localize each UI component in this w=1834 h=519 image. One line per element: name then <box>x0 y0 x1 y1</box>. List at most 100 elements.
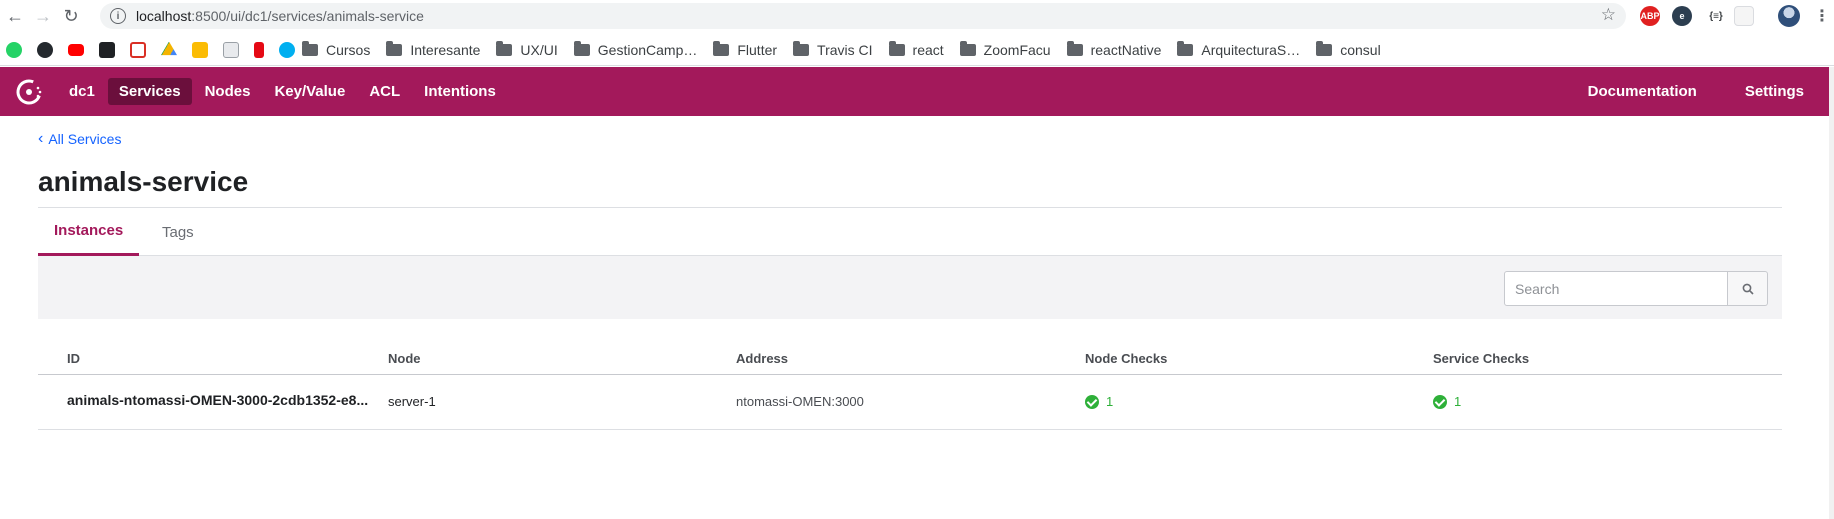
utn-icon[interactable] <box>99 41 115 58</box>
nav-intentions[interactable]: Intentions <box>413 78 507 105</box>
youtube-icon[interactable] <box>68 43 84 56</box>
node-checks-count: 1 <box>1106 394 1114 409</box>
folder-icon <box>888 40 905 56</box>
folder-icon <box>302 40 318 56</box>
all-services-link[interactable]: All Services <box>48 131 121 147</box>
bookmark-label: Interesante <box>410 41 481 58</box>
search-icon <box>1742 283 1754 295</box>
column-header-address: Address <box>736 351 789 366</box>
breadcrumb[interactable]: ‹ All Services <box>38 130 121 148</box>
column-header-node-checks: Node Checks <box>1085 351 1168 366</box>
nav-key-value[interactable]: Key/Value <box>263 78 356 105</box>
tab-tags[interactable]: Tags <box>150 208 206 256</box>
bookmark-folder-gestioncamp[interactable]: GestionCamp… <box>573 40 698 58</box>
header-right-nav: Documentation Settings <box>1565 67 1829 116</box>
bookmark-label: UX/UI <box>520 41 558 58</box>
whatsapp-icon[interactable] <box>6 41 22 58</box>
folder-icon <box>496 40 513 56</box>
address-bar[interactable]: i localhost:8500/ui/dc1/services/animals… <box>100 3 1626 29</box>
extension-grid-icon[interactable] <box>1734 6 1754 26</box>
instance-node: server-1 <box>388 394 436 409</box>
folder-icon <box>1066 40 1083 56</box>
service-checks: 1 <box>1433 394 1461 409</box>
browser-toolbar: ← → ↻ i localhost:8500/ui/dc1/services/a… <box>0 0 1834 32</box>
folder-icon <box>793 40 810 56</box>
bookmark-label: consul <box>1340 41 1381 58</box>
nav-services[interactable]: Services <box>107 78 192 105</box>
consul-logo-icon[interactable] <box>14 77 44 107</box>
folder-icon <box>573 40 590 56</box>
service-checks-count: 1 <box>1454 394 1462 409</box>
page-scrollbar[interactable] <box>1829 67 1834 519</box>
skype-icon[interactable] <box>279 41 295 58</box>
search-button[interactable] <box>1728 271 1768 306</box>
instance-id[interactable]: animals-ntomassi-OMEN-3000-2cdb1352-e8..… <box>67 392 368 408</box>
nav-settings[interactable]: Settings <box>1734 78 1815 105</box>
bookmark-label: reactNative <box>1090 41 1162 58</box>
bookmark-label: ArquitecturaS… <box>1201 41 1301 58</box>
folder-icon <box>386 40 403 56</box>
bookmark-folder-cursos[interactable]: Cursos <box>302 40 371 58</box>
search-input[interactable] <box>1504 271 1728 306</box>
bookmark-label: ZoomFacu <box>983 41 1051 58</box>
folder-icon <box>1316 40 1333 56</box>
column-header-node: Node <box>388 351 421 366</box>
adblock-extension-icon[interactable]: ABP <box>1640 6 1660 26</box>
bookmark-folder-zoomfacu[interactable]: ZoomFacu <box>959 40 1051 58</box>
chevron-left-icon: ‹ <box>38 130 44 147</box>
check-passing-icon <box>1433 394 1447 409</box>
bookmark-label: Flutter <box>737 41 778 58</box>
check-passing-icon <box>1085 394 1099 409</box>
info-icon[interactable]: i <box>110 8 126 24</box>
google-drive-icon[interactable] <box>161 41 177 56</box>
bookmark-folder-travis-ci[interactable]: Travis CI <box>793 40 873 58</box>
folder-icon <box>1177 40 1194 56</box>
column-header-id: ID <box>67 351 80 366</box>
bookmark-label: react <box>912 41 944 58</box>
github-icon[interactable] <box>37 41 53 58</box>
table-row[interactable]: animals-ntomassi-OMEN-3000-2cdb1352-e8..… <box>38 375 1782 430</box>
instance-address: ntomassi-OMEN:3000 <box>736 394 864 409</box>
bookmark-folder-ux-ui[interactable]: UX/UI <box>496 40 558 58</box>
bookmark-folder-arquitectura[interactable]: ArquitecturaS… <box>1177 40 1301 58</box>
nav-nodes[interactable]: Nodes <box>194 78 262 105</box>
url-path: :8500/ui/dc1/services/animals-service <box>191 8 424 24</box>
nav-acl[interactable]: ACL <box>358 78 411 105</box>
bookmark-label: GestionCamp… <box>597 41 698 58</box>
profile-avatar[interactable] <box>1778 5 1800 27</box>
search-box <box>1504 271 1768 306</box>
bookmark-folder-interesante[interactable]: Interesante <box>386 40 481 58</box>
extension-e-icon[interactable]: e <box>1672 6 1692 26</box>
bookmark-folder-consul[interactable]: consul <box>1316 40 1381 58</box>
datacenter-selector[interactable]: dc1 <box>58 78 106 105</box>
url-host: localhost <box>136 8 192 24</box>
forward-arrow-icon[interactable]: → <box>30 3 56 29</box>
netflix-icon[interactable] <box>254 41 264 58</box>
bookmark-folder-flutter[interactable]: Flutter <box>713 40 778 58</box>
table-header: ID Node Address Node Checks Service Chec… <box>38 344 1782 375</box>
bookmark-star-icon[interactable]: ☆ <box>1601 5 1616 25</box>
bookmarks-bar: Cursos Interesante UX/UI GestionCamp… Fl… <box>0 34 1834 66</box>
page-title: animals-service <box>38 166 249 197</box>
tab-instances[interactable]: Instances <box>38 208 140 256</box>
bookmark-label: Cursos <box>326 41 371 58</box>
folder-icon <box>959 40 976 56</box>
filter-bar <box>38 256 1782 319</box>
keep-icon[interactable] <box>192 41 208 58</box>
node-checks: 1 <box>1085 394 1113 409</box>
bookmark-folder-react[interactable]: react <box>888 40 944 58</box>
menu-dots-icon[interactable]: ⋮ <box>1812 6 1832 26</box>
json-extension-icon[interactable]: {≡} <box>1702 6 1730 26</box>
instances-table: ID Node Address Node Checks Service Chec… <box>38 344 1782 430</box>
gmail-icon[interactable] <box>130 41 146 58</box>
nav-documentation[interactable]: Documentation <box>1577 78 1708 105</box>
back-arrow-icon[interactable]: ← <box>2 3 28 29</box>
bookmark-label: Travis CI <box>817 41 873 58</box>
column-header-service-checks: Service Checks <box>1433 351 1530 366</box>
reload-icon[interactable]: ↻ <box>58 3 84 29</box>
tab-bar: Instances Tags <box>38 208 1782 256</box>
image-bookmark-icon[interactable] <box>223 41 239 58</box>
folder-icon <box>713 40 730 56</box>
app-header: dc1 Services Nodes Key/Value ACL Intenti… <box>0 67 1829 116</box>
bookmark-folder-reactnative[interactable]: reactNative <box>1066 40 1162 58</box>
